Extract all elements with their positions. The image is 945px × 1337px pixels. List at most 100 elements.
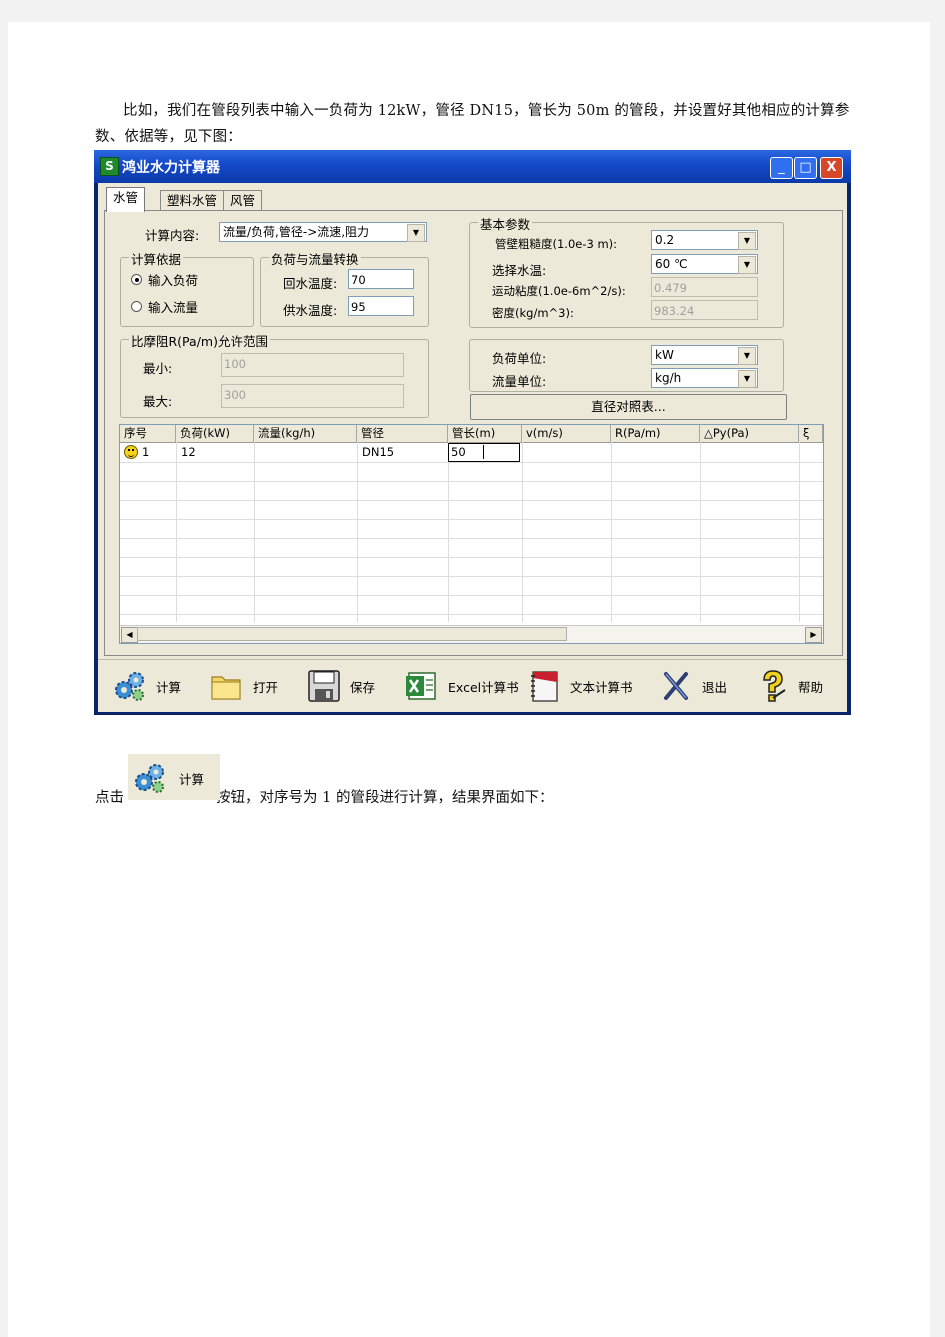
radio-input-load[interactable] xyxy=(131,274,142,285)
chevron-down-icon[interactable]: ▼ xyxy=(738,370,756,388)
viscosity-label: 运动粘度(1.0e-6m^2/s): xyxy=(492,284,626,298)
basic-params-group: 基本参数 管壁粗糙度(1.0e-3 m): 0.2 ▼ 选择水温: 60 ℃ ▼… xyxy=(469,214,784,328)
supply-temp-label: 供水温度: xyxy=(283,303,338,318)
density-input[interactable]: 983.24 xyxy=(651,300,758,320)
chevron-down-icon[interactable]: ▼ xyxy=(738,256,756,274)
instruction-after: 按钮，对序号为 1 的管段进行计算，结果界面如下： xyxy=(216,790,554,806)
smiley-icon xyxy=(124,445,138,459)
notebook-icon xyxy=(531,671,558,702)
friction-range-title: 比摩阻R(Pa/m)允许范围 xyxy=(129,331,270,350)
window-client: 水管 塑料水管 风管 计算内容: 流量/负荷,管径->流速,阻力 ▼ 计算依据 … xyxy=(98,183,847,712)
help-label: 帮助 xyxy=(798,679,824,695)
save-button[interactable]: 保存 xyxy=(306,666,375,706)
close-button[interactable]: X xyxy=(820,157,843,179)
cell-length-editor[interactable]: 50 xyxy=(448,443,520,462)
exit-button[interactable]: 退出 xyxy=(658,666,727,706)
cell-diameter[interactable]: DN15 xyxy=(362,443,394,461)
water-temp-select[interactable]: 60 ℃ ▼ xyxy=(651,254,758,274)
col-header-load[interactable]: 负荷(kW) xyxy=(176,425,254,442)
grid-row-line xyxy=(120,500,823,501)
roughness-label: 管壁粗糙度(1.0e-3 m): xyxy=(495,237,618,251)
col-header-xi[interactable]: ξ xyxy=(799,425,823,442)
inline-calculate-label: 计算 xyxy=(179,772,205,787)
col-header-velocity[interactable]: v(m/s) xyxy=(522,425,611,442)
tab-water-pipe[interactable]: 水管 xyxy=(106,187,146,212)
col-header-friction[interactable]: R(Pa/m) xyxy=(611,425,700,442)
col-header-flow[interactable]: 流量(kg/h) xyxy=(254,425,357,442)
scroll-thumb[interactable] xyxy=(137,627,567,641)
cell-no: 1 xyxy=(142,445,150,459)
calc-content-select[interactable]: 流量/负荷,管径->流速,阻力 ▼ xyxy=(219,222,427,242)
return-temp-label: 回水温度: xyxy=(283,276,338,291)
pipe-segment-grid[interactable]: 序号 负荷(kW) 流量(kg/h) 管径 管长(m) v(m/s) R(Pa/… xyxy=(119,424,824,644)
save-label: 保存 xyxy=(350,679,376,695)
title-bar[interactable]: S 鸿业水力计算器 _ □ X xyxy=(94,150,851,183)
cell-load[interactable]: 12 xyxy=(181,443,196,461)
tab-panel: 计算内容: 流量/负荷,管径->流速,阻力 ▼ 计算依据 输入负荷 输入流量 负… xyxy=(104,210,843,656)
calculate-button[interactable]: 计算 xyxy=(112,666,181,706)
water-temp-label: 选择水温: xyxy=(492,263,547,278)
maximize-button[interactable]: □ xyxy=(794,157,817,179)
open-label: 打开 xyxy=(253,679,279,695)
col-header-diameter[interactable]: 管径 xyxy=(357,425,448,442)
min-friction-input[interactable]: 100 xyxy=(221,353,404,377)
table-row[interactable]: 1 12 DN15 50 xyxy=(120,443,823,462)
app-window: S 鸿业水力计算器 _ □ X 水管 塑料水管 风管 计算内容: 流量/负荷,管… xyxy=(94,150,851,715)
supply-temp-input[interactable]: 95 xyxy=(348,296,414,316)
excel-report-label: Excel计算书 xyxy=(448,679,519,695)
help-button[interactable]: 帮助 xyxy=(754,666,823,706)
grid-row-line xyxy=(120,557,823,558)
tab-plastic-pipe[interactable]: 塑料水管 xyxy=(160,190,225,211)
folder-icon xyxy=(211,676,241,700)
load-flow-group: 负荷与流量转换 回水温度: 70 供水温度: 95 xyxy=(260,249,429,327)
instruction-before: 点击 xyxy=(95,790,124,806)
diameter-table-button[interactable]: 直径对照表... xyxy=(470,394,787,420)
col-header-length[interactable]: 管长(m) xyxy=(448,425,522,442)
scroll-right-icon[interactable]: ▶ xyxy=(805,627,822,643)
basic-params-title: 基本参数 xyxy=(478,214,533,233)
chevron-down-icon[interactable]: ▼ xyxy=(738,232,756,250)
water-temp-value: 60 ℃ xyxy=(655,257,688,271)
flow-unit-select[interactable]: kg/h ▼ xyxy=(651,368,758,388)
viscosity-input[interactable]: 0.479 xyxy=(651,277,758,297)
load-unit-label: 负荷单位: xyxy=(492,351,547,366)
flow-unit-label: 流量单位: xyxy=(492,374,547,389)
return-temp-input[interactable]: 70 xyxy=(348,269,414,289)
grid-row-line xyxy=(120,576,823,577)
col-header-pressure-drop[interactable]: △Py(Pa) xyxy=(700,425,799,442)
exit-icon xyxy=(664,672,688,700)
tab-air-duct[interactable]: 风管 xyxy=(223,190,263,211)
inline-calculate-button[interactable]: 计算 xyxy=(128,754,220,800)
excel-report-button[interactable]: Excel计算书 xyxy=(404,666,519,706)
horizontal-scrollbar[interactable]: ◀ ▶ xyxy=(120,625,823,643)
grid-row-line xyxy=(120,538,823,539)
excel-icon xyxy=(406,672,436,700)
exit-label: 退出 xyxy=(702,679,728,695)
radio-input-flow[interactable] xyxy=(131,301,142,312)
min-label: 最小: xyxy=(143,361,173,376)
floppy-icon xyxy=(308,670,340,702)
density-label: 密度(kg/m^3): xyxy=(492,306,574,320)
load-unit-select[interactable]: kW ▼ xyxy=(651,345,758,365)
calculate-label: 计算 xyxy=(156,679,182,695)
open-button[interactable]: 打开 xyxy=(209,666,278,706)
scroll-left-icon[interactable]: ◀ xyxy=(121,627,138,643)
max-label: 最大: xyxy=(143,394,173,409)
grid-row-line xyxy=(120,462,823,463)
max-friction-input[interactable]: 300 xyxy=(221,384,404,408)
minimize-button[interactable]: _ xyxy=(770,157,793,179)
roughness-select[interactable]: 0.2 ▼ xyxy=(651,230,758,250)
friction-range-group: 比摩阻R(Pa/m)允许范围 最小: 100 最大: 300 xyxy=(120,331,429,418)
chevron-down-icon[interactable]: ▼ xyxy=(407,224,425,242)
text-cursor-icon xyxy=(483,445,484,459)
grid-row-line xyxy=(120,481,823,482)
grid-header: 序号 负荷(kW) 流量(kg/h) 管径 管长(m) v(m/s) R(Pa/… xyxy=(120,425,823,443)
bottom-toolbar: 计算 打开 保存 Excel计算书 文本计算书 退出 帮助 xyxy=(98,659,847,712)
text-report-button[interactable]: 文本计算书 xyxy=(526,666,633,706)
calc-content-value: 流量/负荷,管径->流速,阻力 xyxy=(223,225,370,239)
chevron-down-icon[interactable]: ▼ xyxy=(738,347,756,365)
calc-basis-title: 计算依据 xyxy=(129,249,184,268)
roughness-value: 0.2 xyxy=(655,233,675,247)
flow-unit-value: kg/h xyxy=(655,371,682,385)
col-header-no[interactable]: 序号 xyxy=(120,425,176,442)
